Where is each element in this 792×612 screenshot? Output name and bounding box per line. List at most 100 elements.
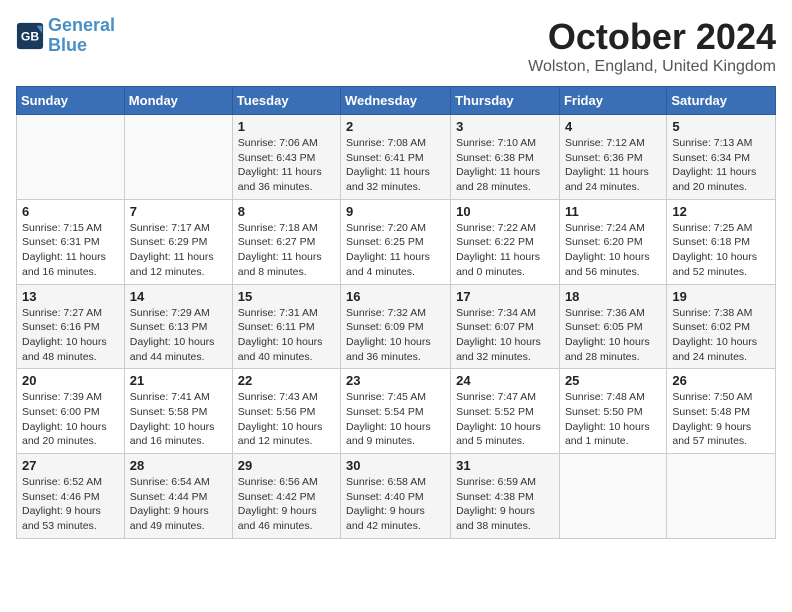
calendar-week-4: 20 Sunrise: 7:39 AM Sunset: 6:00 PM Dayli… [17,369,776,454]
logo-icon: GB [16,22,44,50]
day-number: 8 [238,204,335,219]
calendar-cell: 16 Sunrise: 7:32 AM Sunset: 6:09 PM Dayli… [341,284,451,369]
calendar-cell: 22 Sunrise: 7:43 AM Sunset: 5:56 PM Dayli… [232,369,340,454]
calendar-cell: 28Sunrise: 6:54 AM Sunset: 4:44 PM Dayli… [124,454,232,539]
day-info: Sunrise: 7:31 AM Sunset: 6:11 PM Dayligh… [238,306,335,365]
day-number: 1 [238,119,335,134]
calendar-cell: 30 Sunrise: 6:58 AM Sunset: 4:40 PM Dayli… [341,454,451,539]
day-number: 21 [130,373,227,388]
day-number: 9 [346,204,445,219]
month-title: October 2024 [528,16,776,58]
page-header: GB General Blue October 2024 Wolston, En… [16,16,776,76]
header-row: Sunday Monday Tuesday Wednesday Thursday… [17,87,776,115]
day-number: 13 [22,289,119,304]
day-number: 7 [130,204,227,219]
calendar-cell: 19 Sunrise: 7:38 AM Sunset: 6:02 PM Dayli… [667,284,776,369]
day-number: 20 [22,373,119,388]
day-number: 17 [456,289,554,304]
calendar-cell: 29Sunrise: 6:56 AM Sunset: 4:42 PM Dayli… [232,454,340,539]
day-info: Sunrise: 7:41 AM Sunset: 5:58 PM Dayligh… [130,390,227,449]
title-block: October 2024 Wolston, England, United Ki… [528,16,776,76]
calendar-cell: 3 Sunrise: 7:10 AM Sunset: 6:38 PM Daylig… [451,115,560,200]
location-subtitle: Wolston, England, United Kingdom [528,58,776,76]
day-info: Sunrise: 7:13 AM Sunset: 6:34 PM Dayligh… [672,136,770,195]
day-number: 23 [346,373,445,388]
calendar-cell: 12 Sunrise: 7:25 AM Sunset: 6:18 PM Dayli… [667,199,776,284]
calendar-cell: 21 Sunrise: 7:41 AM Sunset: 5:58 PM Dayli… [124,369,232,454]
calendar-cell: 31Sunrise: 6:59 AM Sunset: 4:38 PM Dayli… [451,454,560,539]
day-info: Sunrise: 7:08 AM Sunset: 6:41 PM Dayligh… [346,136,445,195]
day-number: 26 [672,373,770,388]
col-monday: Monday [124,87,232,115]
calendar-cell: 9 Sunrise: 7:20 AM Sunset: 6:25 PM Daylig… [341,199,451,284]
day-info: Sunrise: 7:39 AM Sunset: 6:00 PM Dayligh… [22,390,119,449]
day-info: Sunrise: 7:06 AM Sunset: 6:43 PM Dayligh… [238,136,335,195]
calendar-cell: 27 Sunrise: 6:52 AM Sunset: 4:46 PM Dayli… [17,454,125,539]
day-number: 3 [456,119,554,134]
day-info: Sunrise: 7:25 AM Sunset: 6:18 PM Dayligh… [672,221,770,280]
calendar-cell: 1 Sunrise: 7:06 AM Sunset: 6:43 PM Daylig… [232,115,340,200]
svg-text:GB: GB [21,29,39,43]
calendar-week-3: 13 Sunrise: 7:27 AM Sunset: 6:16 PM Dayli… [17,284,776,369]
calendar-table: Sunday Monday Tuesday Wednesday Thursday… [16,86,776,539]
day-info: Sunrise: 7:15 AM Sunset: 6:31 PM Dayligh… [22,221,119,280]
day-info: Sunrise: 7:36 AM Sunset: 6:05 PM Dayligh… [565,306,661,365]
day-number: 4 [565,119,661,134]
calendar-cell: 13 Sunrise: 7:27 AM Sunset: 6:16 PM Dayli… [17,284,125,369]
day-info: Sunrise: 7:50 AM Sunset: 5:48 PM Dayligh… [672,390,770,449]
calendar-cell: 17 Sunrise: 7:34 AM Sunset: 6:07 PM Dayli… [451,284,560,369]
calendar-cell [559,454,666,539]
day-number: 18 [565,289,661,304]
calendar-cell: 18 Sunrise: 7:36 AM Sunset: 6:05 PM Dayli… [559,284,666,369]
day-info: Sunrise: 6:59 AM Sunset: 4:38 PM Dayligh… [456,475,554,534]
calendar-cell [17,115,125,200]
day-number: 6 [22,204,119,219]
calendar-cell: 4 Sunrise: 7:12 AM Sunset: 6:36 PM Daylig… [559,115,666,200]
day-info: Sunrise: 7:10 AM Sunset: 6:38 PM Dayligh… [456,136,554,195]
calendar-cell: 26 Sunrise: 7:50 AM Sunset: 5:48 PM Dayli… [667,369,776,454]
day-number: 10 [456,204,554,219]
day-number: 16 [346,289,445,304]
calendar-cell: 7 Sunrise: 7:17 AM Sunset: 6:29 PM Daylig… [124,199,232,284]
day-info: Sunrise: 6:56 AM Sunset: 4:42 PM Dayligh… [238,475,335,534]
day-number: 24 [456,373,554,388]
calendar-cell: 23 Sunrise: 7:45 AM Sunset: 5:54 PM Dayli… [341,369,451,454]
day-info: Sunrise: 6:52 AM Sunset: 4:46 PM Dayligh… [22,475,119,534]
day-number: 19 [672,289,770,304]
day-number: 12 [672,204,770,219]
day-number: 30 [346,458,445,473]
calendar-cell: 8Sunrise: 7:18 AM Sunset: 6:27 PM Daylig… [232,199,340,284]
calendar-cell: 2Sunrise: 7:08 AM Sunset: 6:41 PM Daylig… [341,115,451,200]
calendar-cell: 5 Sunrise: 7:13 AM Sunset: 6:34 PM Daylig… [667,115,776,200]
calendar-body: 1 Sunrise: 7:06 AM Sunset: 6:43 PM Daylig… [17,115,776,539]
day-info: Sunrise: 7:43 AM Sunset: 5:56 PM Dayligh… [238,390,335,449]
calendar-cell: 24 Sunrise: 7:47 AM Sunset: 5:52 PM Dayli… [451,369,560,454]
logo: GB General Blue [16,16,115,56]
day-number: 22 [238,373,335,388]
day-info: Sunrise: 7:17 AM Sunset: 6:29 PM Dayligh… [130,221,227,280]
day-info: Sunrise: 7:12 AM Sunset: 6:36 PM Dayligh… [565,136,661,195]
calendar-cell: 25Sunrise: 7:48 AM Sunset: 5:50 PM Dayli… [559,369,666,454]
col-wednesday: Wednesday [341,87,451,115]
day-info: Sunrise: 7:47 AM Sunset: 5:52 PM Dayligh… [456,390,554,449]
calendar-week-2: 6 Sunrise: 7:15 AM Sunset: 6:31 PM Daylig… [17,199,776,284]
day-info: Sunrise: 7:45 AM Sunset: 5:54 PM Dayligh… [346,390,445,449]
day-info: Sunrise: 7:20 AM Sunset: 6:25 PM Dayligh… [346,221,445,280]
col-sunday: Sunday [17,87,125,115]
day-number: 14 [130,289,227,304]
calendar-cell: 20 Sunrise: 7:39 AM Sunset: 6:00 PM Dayli… [17,369,125,454]
col-saturday: Saturday [667,87,776,115]
day-info: Sunrise: 7:27 AM Sunset: 6:16 PM Dayligh… [22,306,119,365]
calendar-cell [124,115,232,200]
day-info: Sunrise: 6:58 AM Sunset: 4:40 PM Dayligh… [346,475,445,534]
day-number: 27 [22,458,119,473]
calendar-cell: 11Sunrise: 7:24 AM Sunset: 6:20 PM Dayli… [559,199,666,284]
calendar-week-5: 27 Sunrise: 6:52 AM Sunset: 4:46 PM Dayli… [17,454,776,539]
day-info: Sunrise: 7:34 AM Sunset: 6:07 PM Dayligh… [456,306,554,365]
day-number: 5 [672,119,770,134]
day-info: Sunrise: 7:32 AM Sunset: 6:09 PM Dayligh… [346,306,445,365]
calendar-header: Sunday Monday Tuesday Wednesday Thursday… [17,87,776,115]
day-number: 28 [130,458,227,473]
day-info: Sunrise: 7:38 AM Sunset: 6:02 PM Dayligh… [672,306,770,365]
day-number: 25 [565,373,661,388]
